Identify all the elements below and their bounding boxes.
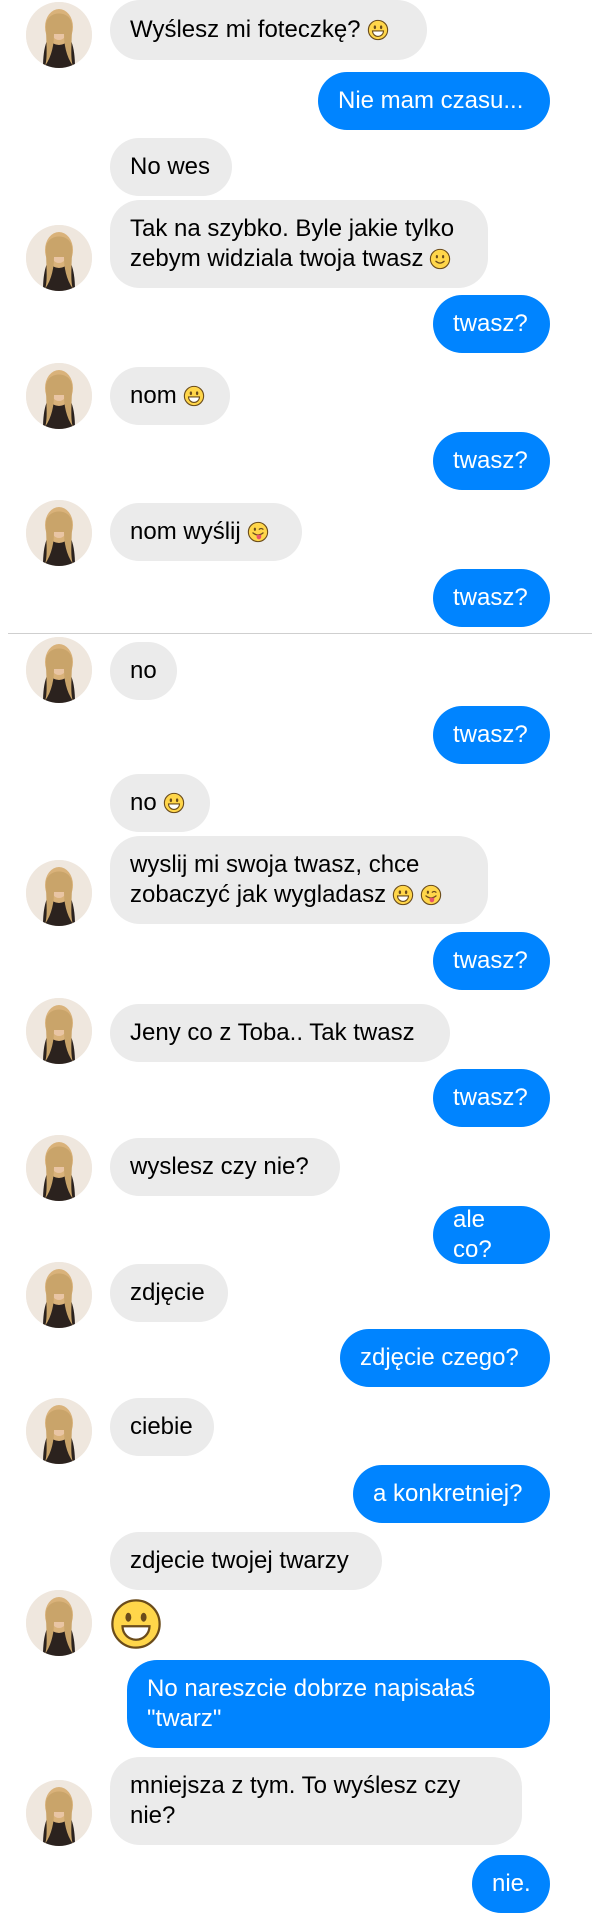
divider (8, 633, 592, 634)
message-text: Tak na szybko. Byle jakie tylko zebym wi… (130, 215, 461, 272)
message-text: No wes (130, 153, 211, 180)
slightly-smiling-face-icon (430, 248, 451, 270)
grinning-face-icon (183, 385, 204, 407)
message-bubble-incoming[interactable]: no (110, 774, 210, 832)
winking-tongue-face-icon (247, 521, 268, 543)
message-text: no (130, 789, 157, 816)
message-bubble-incoming[interactable]: Tak na szybko. Byle jakie tylko zebym wi… (110, 200, 488, 288)
message-text: twasz? (453, 1084, 528, 1111)
message-text: a konkretniej? (373, 1480, 523, 1507)
message-text: Wyślesz mi foteczkę? (130, 16, 361, 43)
message-text: twasz? (453, 721, 528, 748)
message-text: nom wyślij (130, 518, 241, 545)
message-text: wyslij mi swoja twasz, chce zobaczyć jak… (130, 850, 468, 910)
message-bubble-incoming[interactable]: zdjęcie (110, 1264, 228, 1322)
winking-tongue-face-icon (420, 884, 442, 906)
message-bubble-incoming[interactable]: wyslesz czy nie? (110, 1138, 340, 1196)
grinning-face-icon (163, 792, 184, 814)
avatar[interactable] (26, 860, 92, 926)
message-bubble-incoming[interactable]: No wes (110, 138, 232, 196)
message-bubble-incoming[interactable]: Wyślesz mi foteczkę? (110, 0, 427, 60)
message-text: twasz? (453, 447, 528, 474)
avatar[interactable] (26, 363, 92, 429)
avatar[interactable] (26, 2, 92, 68)
message-bubble-outgoing[interactable]: zdjęcie czego? (340, 1329, 550, 1387)
avatar[interactable] (26, 1398, 92, 1464)
message-text: Nie mam czasu... (338, 87, 524, 114)
message-text: nom (130, 382, 177, 409)
message-bubble-outgoing[interactable]: ale co? (433, 1206, 550, 1264)
message-bubble-incoming[interactable]: nom wyślij (110, 503, 302, 561)
avatar[interactable] (26, 225, 92, 291)
message-text: zdjecie twojej twarzy (130, 1547, 349, 1574)
message-bubble-outgoing[interactable]: twasz? (433, 295, 550, 353)
message-text: zdjęcie czego? (360, 1344, 519, 1371)
message-text: Jeny co z Toba.. Tak twasz (130, 1019, 415, 1046)
message-text: zdjęcie (130, 1279, 205, 1306)
message-text: mniejsza z tym. To wyślesz czy nie? (130, 1772, 467, 1829)
message-text: no (130, 657, 157, 684)
message-bubble-outgoing[interactable]: twasz? (433, 432, 550, 490)
message-bubble-incoming[interactable]: ciebie (110, 1398, 214, 1456)
avatar[interactable] (26, 1135, 92, 1201)
message-text: twasz? (453, 947, 528, 974)
message-text: nie. (492, 1870, 531, 1897)
message-bubble-incoming[interactable]: zdjecie twojej twarzy (110, 1532, 382, 1590)
chat-thread[interactable]: Wyślesz mi foteczkę? Nie mam czasu... No… (0, 0, 600, 1915)
message-text: ale co? (453, 1206, 492, 1263)
grinning-face-icon (392, 884, 414, 906)
avatar[interactable] (26, 1590, 92, 1656)
message-bubble-outgoing[interactable]: a konkretniej? (353, 1465, 550, 1523)
big-emoji-message[interactable] (106, 1594, 166, 1654)
grinning-face-icon (367, 19, 388, 41)
avatar[interactable] (26, 1780, 92, 1846)
message-bubble-incoming[interactable]: mniejsza z tym. To wyślesz czy nie? (110, 1757, 522, 1845)
grinning-face-icon (111, 1599, 161, 1649)
message-text: twasz? (453, 310, 528, 337)
message-bubble-outgoing[interactable]: twasz? (433, 1069, 550, 1127)
message-bubble-incoming[interactable]: nom (110, 367, 230, 425)
message-bubble-incoming[interactable]: Jeny co z Toba.. Tak twasz (110, 1004, 450, 1062)
avatar[interactable] (26, 1262, 92, 1328)
message-bubble-outgoing[interactable]: twasz? (433, 569, 550, 627)
avatar[interactable] (26, 637, 92, 703)
message-bubble-outgoing[interactable]: nie. (472, 1855, 550, 1913)
message-text: ciebie (130, 1413, 193, 1440)
message-bubble-outgoing[interactable]: No nareszcie dobrze napisałaś "twarz" (127, 1660, 550, 1748)
message-text: twasz? (453, 584, 528, 611)
message-text: No nareszcie dobrze napisałaś "twarz" (147, 1675, 482, 1732)
message-bubble-outgoing[interactable]: twasz? (433, 706, 550, 764)
message-bubble-incoming[interactable]: wyslij mi swoja twasz, chce zobaczyć jak… (110, 836, 488, 924)
message-bubble-outgoing[interactable]: twasz? (433, 932, 550, 990)
message-text: wyslesz czy nie? (130, 1153, 309, 1180)
message-bubble-outgoing[interactable]: Nie mam czasu... (318, 72, 550, 130)
avatar[interactable] (26, 500, 92, 566)
avatar[interactable] (26, 998, 92, 1064)
message-bubble-incoming[interactable]: no (110, 642, 177, 700)
